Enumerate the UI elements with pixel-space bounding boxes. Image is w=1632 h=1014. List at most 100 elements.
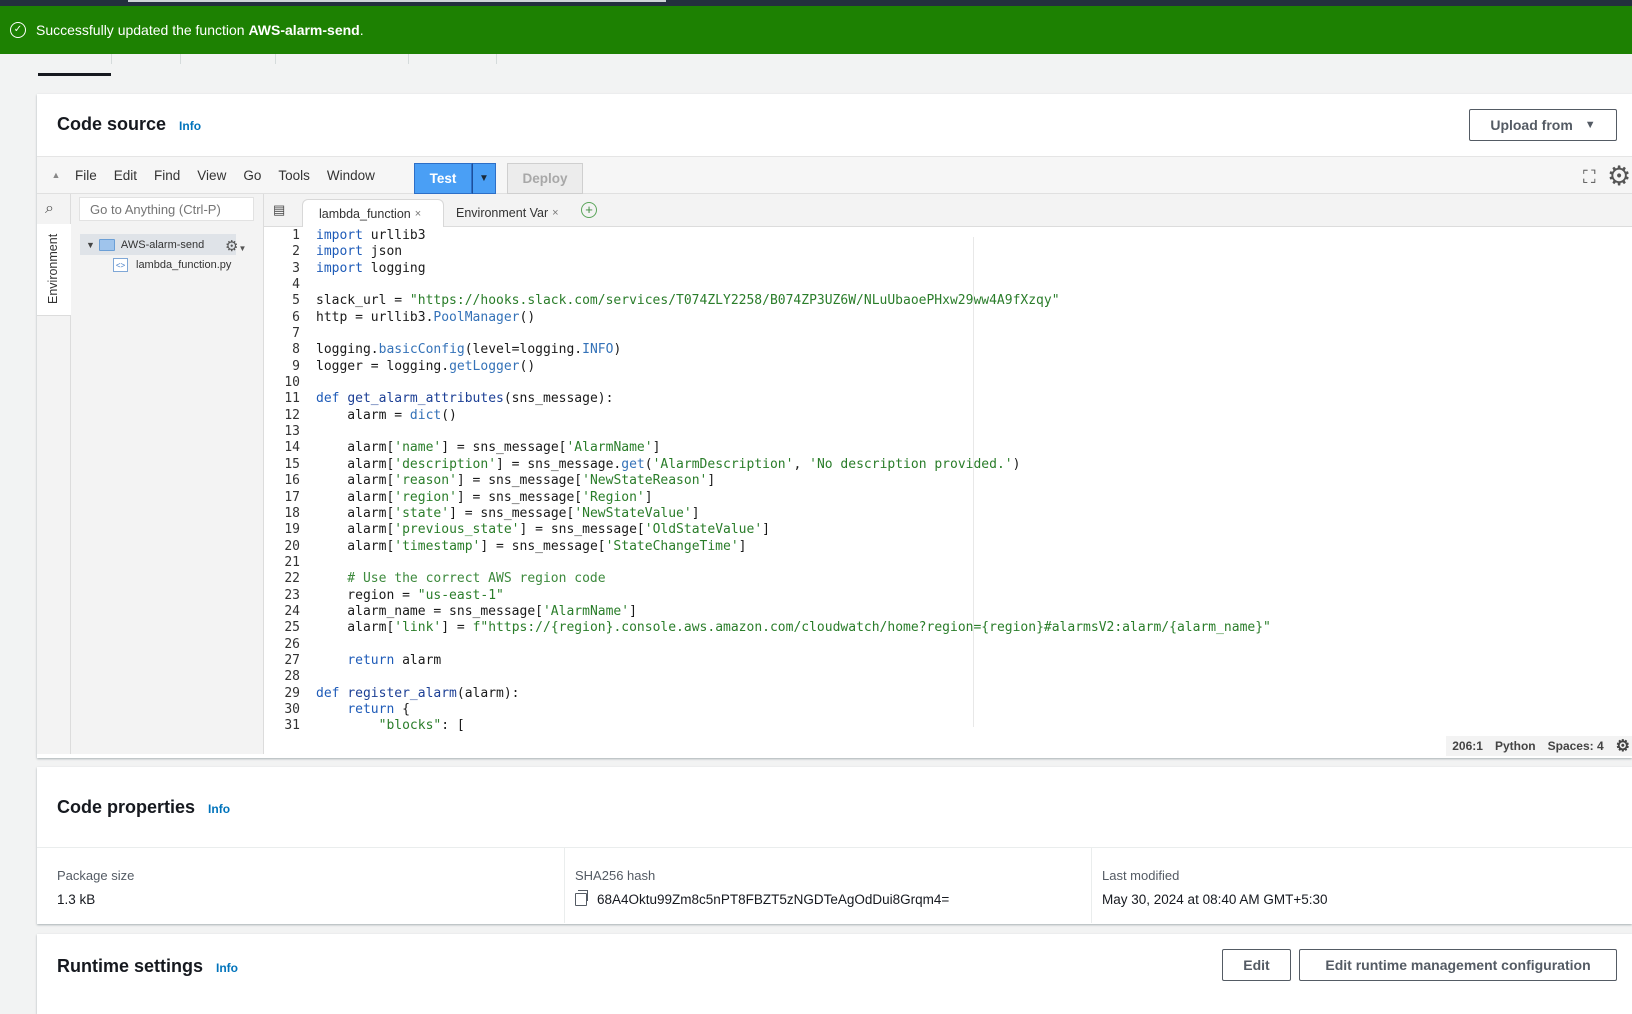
code-line[interactable]: 8 logging.basicConfig(level=logging.INFO) <box>264 342 1632 358</box>
line-text[interactable] <box>308 637 316 653</box>
test-button[interactable]: Test <box>414 163 472 194</box>
line-text[interactable]: def get_alarm_attributes(sns_message): <box>308 391 613 407</box>
code-line[interactable]: 16 alarm['reason'] = sns_message['NewSta… <box>264 473 1632 489</box>
tab-environment-variables[interactable]: Environment Var × <box>440 199 570 227</box>
code-line[interactable]: 19 alarm['previous_state'] = sns_message… <box>264 522 1632 538</box>
code-text[interactable]: 1 import urllib3 2 import json 3 import loggi… <box>264 228 1632 736</box>
code-line[interactable]: 3 import logging <box>264 261 1632 277</box>
code-line[interactable]: 24 alarm_name = sns_message['AlarmName'] <box>264 604 1632 620</box>
menu-find[interactable]: Find <box>154 168 180 183</box>
line-text[interactable]: alarm['name'] = sns_message['AlarmName'] <box>308 440 660 456</box>
triangle-down-icon[interactable]: ▼ <box>86 240 95 250</box>
code-line[interactable]: 31 "blocks": [ <box>264 718 1632 734</box>
code-line[interactable]: 4 <box>264 277 1632 293</box>
file-lambda-function[interactable]: <> lambda_function.py <box>113 258 231 272</box>
goto-anything-input[interactable] <box>79 197 254 221</box>
menu-edit[interactable]: Edit <box>114 168 137 183</box>
deploy-button[interactable]: Deploy <box>507 163 583 194</box>
menu-go[interactable]: Go <box>243 168 261 183</box>
line-text[interactable]: logger = logging.getLogger() <box>308 359 535 375</box>
code-line[interactable]: 20 alarm['timestamp'] = sns_message['Sta… <box>264 539 1632 555</box>
code-line[interactable]: 25 alarm['link'] = f"https://{region}.co… <box>264 620 1632 636</box>
line-text[interactable]: alarm['link'] = f"https://{region}.conso… <box>308 620 1271 636</box>
line-text[interactable]: alarm['description'] = sns_message.get('… <box>308 457 1020 473</box>
copy-icon[interactable] <box>575 890 588 906</box>
line-text[interactable]: logging.basicConfig(level=logging.INFO) <box>308 342 621 358</box>
add-tab-icon[interactable]: + <box>581 202 597 218</box>
ide-settings-gear-icon[interactable]: ⚙ <box>1607 161 1631 192</box>
code-line[interactable]: 13 <box>264 424 1632 440</box>
menu-view[interactable]: View <box>197 168 226 183</box>
fullscreen-icon[interactable]: ⛶ <box>1583 167 1596 188</box>
test-dropdown-icon[interactable]: ▼ <box>472 163 496 194</box>
code-line[interactable]: 27 return alarm <box>264 653 1632 669</box>
menu-window[interactable]: Window <box>327 168 375 183</box>
line-text[interactable]: import logging <box>308 261 426 277</box>
tab-lambda-function[interactable]: lambda_function × <box>302 199 444 227</box>
line-text[interactable]: import json <box>308 244 402 260</box>
line-text[interactable] <box>308 669 316 685</box>
menu-tools[interactable]: Tools <box>278 168 310 183</box>
line-text[interactable]: return alarm <box>308 653 441 669</box>
code-line[interactable]: 11 def get_alarm_attributes(sns_message): <box>264 391 1632 407</box>
line-text[interactable]: def register_alarm(alarm): <box>308 686 520 702</box>
line-text[interactable]: alarm['timestamp'] = sns_message['StateC… <box>308 539 746 555</box>
code-line[interactable]: 7 <box>264 326 1632 342</box>
line-text[interactable] <box>308 375 316 391</box>
environment-tab[interactable]: Environment <box>37 224 71 316</box>
edit-button[interactable]: Edit <box>1222 949 1291 981</box>
line-text[interactable]: slack_url = "https://hooks.slack.com/ser… <box>308 293 1060 309</box>
line-text[interactable]: alarm = dict() <box>308 408 457 424</box>
line-text[interactable]: alarm['reason'] = sns_message['NewStateR… <box>308 473 715 489</box>
code-line[interactable]: 29 def register_alarm(alarm): <box>264 686 1632 702</box>
line-text[interactable] <box>308 555 316 571</box>
tab-list-icon[interactable]: ▤ <box>273 202 285 218</box>
edit-runtime-management-button[interactable]: Edit runtime management configuration <box>1299 949 1617 981</box>
line-text[interactable]: region = "us-east-1" <box>308 588 504 604</box>
code-line[interactable]: 2 import json <box>264 244 1632 260</box>
code-line[interactable]: 1 import urllib3 <box>264 228 1632 244</box>
search-icon[interactable]: ⌕ <box>45 200 54 218</box>
runtime-settings-info-link[interactable]: Info <box>216 961 238 975</box>
line-text[interactable]: # Use the correct AWS region code <box>308 571 605 587</box>
line-text[interactable]: alarm['region'] = sns_message['Region'] <box>308 490 652 506</box>
code-line[interactable]: 21 <box>264 555 1632 571</box>
code-line[interactable]: 12 alarm = dict() <box>264 408 1632 424</box>
line-text[interactable] <box>308 326 316 342</box>
code-line[interactable]: 6 http = urllib3.PoolManager() <box>264 310 1632 326</box>
code-source-info-link[interactable]: Info <box>179 119 201 133</box>
code-line[interactable]: 28 <box>264 669 1632 685</box>
code-line[interactable]: 22 # Use the correct AWS region code <box>264 571 1632 587</box>
code-line[interactable]: 5 slack_url = "https://hooks.slack.com/se… <box>264 293 1632 309</box>
line-text[interactable] <box>308 424 316 440</box>
code-line[interactable]: 17 alarm['region'] = sns_message['Region… <box>264 490 1632 506</box>
menu-file[interactable]: File <box>75 168 97 183</box>
code-properties-info-link[interactable]: Info <box>208 802 230 816</box>
code-line[interactable]: 26 <box>264 637 1632 653</box>
tree-gear-icon[interactable]: ⚙▼ <box>225 237 246 255</box>
collapse-arrow-icon[interactable]: ▲ <box>37 170 75 180</box>
line-text[interactable]: "blocks": [ <box>308 718 465 734</box>
line-text[interactable]: return { <box>308 702 410 718</box>
close-icon[interactable]: × <box>552 207 558 219</box>
code-line[interactable]: 30 return { <box>264 702 1632 718</box>
code-line[interactable]: 18 alarm['state'] = sns_message['NewStat… <box>264 506 1632 522</box>
line-text[interactable]: http = urllib3.PoolManager() <box>308 310 535 326</box>
line-text[interactable]: alarm['state'] = sns_message['NewStateVa… <box>308 506 699 522</box>
line-text[interactable]: alarm_name = sns_message['AlarmName'] <box>308 604 637 620</box>
code-line[interactable]: 14 alarm['name'] = sns_message['AlarmNam… <box>264 440 1632 456</box>
status-gear-icon[interactable]: ⚙ <box>1616 736 1630 756</box>
language-mode[interactable]: Python <box>1495 739 1536 753</box>
code-line[interactable]: 9 logger = logging.getLogger() <box>264 359 1632 375</box>
line-text[interactable]: import urllib3 <box>308 228 426 244</box>
line-text[interactable] <box>308 277 316 293</box>
line-number: 16 <box>284 473 300 489</box>
code-line[interactable]: 10 <box>264 375 1632 391</box>
code-line[interactable]: 23 region = "us-east-1" <box>264 588 1632 604</box>
line-text[interactable]: alarm['previous_state'] = sns_message['O… <box>308 522 770 538</box>
close-icon[interactable]: × <box>415 208 421 220</box>
folder-aws-alarm-send[interactable]: ▼ AWS-alarm-send <box>80 234 236 255</box>
upload-from-button[interactable]: Upload from ▼ <box>1469 109 1617 141</box>
code-line[interactable]: 15 alarm['description'] = sns_message.ge… <box>264 457 1632 473</box>
indent-setting[interactable]: Spaces: 4 <box>1548 739 1604 753</box>
